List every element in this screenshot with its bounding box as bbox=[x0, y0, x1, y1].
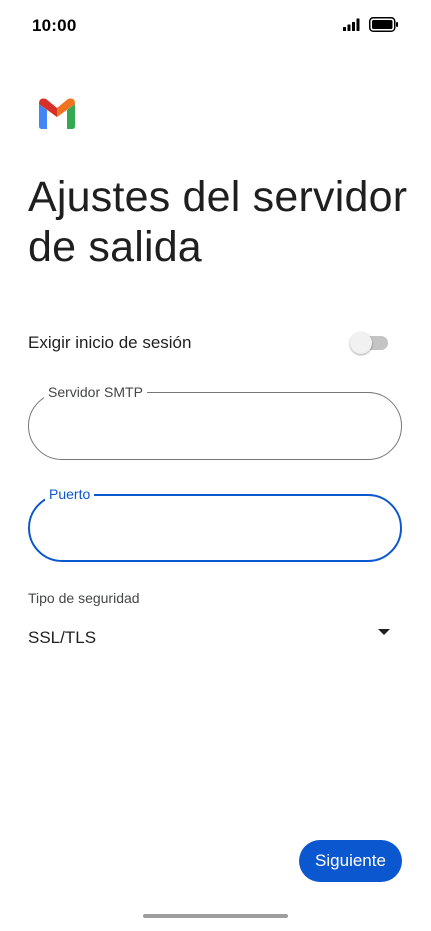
require-login-label: Exigir inicio de sesión bbox=[28, 333, 192, 352]
port-label: Puerto bbox=[45, 485, 95, 503]
toggle-thumb bbox=[350, 332, 372, 354]
status-time: 10:00 bbox=[32, 16, 77, 35]
port-field[interactable]: Puerto bbox=[28, 485, 402, 562]
security-type-label: Tipo de seguridad bbox=[28, 590, 140, 606]
home-indicator[interactable] bbox=[143, 914, 288, 918]
next-button[interactable]: Siguiente bbox=[299, 840, 402, 882]
smtp-server-input[interactable] bbox=[49, 413, 383, 441]
port-input[interactable] bbox=[50, 516, 384, 544]
gmail-logo-icon bbox=[36, 96, 78, 130]
status-icons bbox=[343, 17, 399, 37]
security-type-dropdown[interactable]: SSL/TLS bbox=[28, 620, 392, 656]
require-login-row[interactable]: Exigir inicio de sesión bbox=[28, 328, 390, 358]
status-bar: 10:00 bbox=[0, 0, 431, 54]
smtp-server-label: Servidor SMTP bbox=[44, 383, 147, 401]
page-title: Ajustes del servidor de salida bbox=[28, 173, 408, 271]
security-type-value: SSL/TLS bbox=[28, 628, 97, 647]
smtp-server-field[interactable]: Servidor SMTP bbox=[28, 383, 402, 460]
require-login-toggle[interactable] bbox=[350, 331, 390, 355]
dropdown-arrow-icon bbox=[378, 629, 390, 635]
battery-icon bbox=[369, 17, 399, 37]
signal-icon bbox=[343, 18, 363, 36]
